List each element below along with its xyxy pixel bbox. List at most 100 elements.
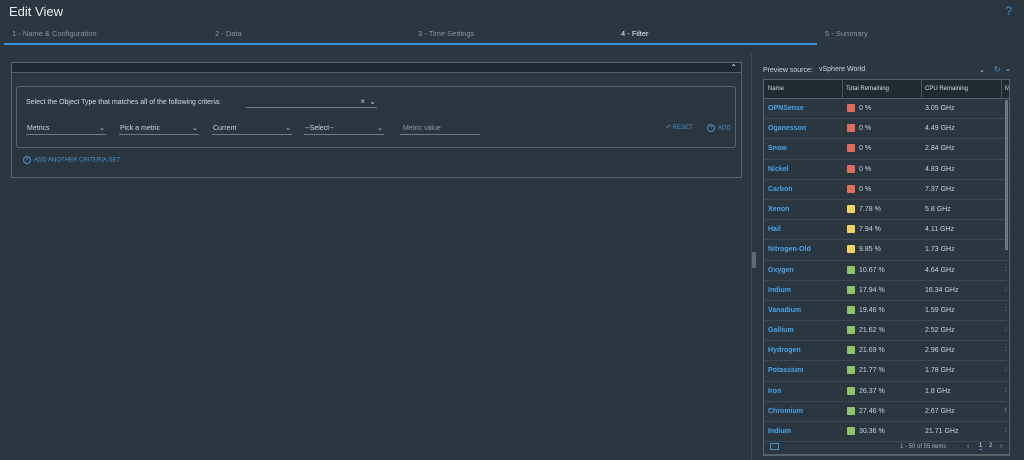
page-1-button[interactable]: 1 (979, 443, 983, 450)
cpu-remaining-cell: 1.73 GHz (925, 246, 955, 254)
add-button[interactable]: + ADD (707, 124, 731, 132)
time-select[interactable]: Current ⌄ (212, 123, 292, 135)
table-row[interactable]: Chromium 27.46 % 2.67 GHz! (764, 402, 1009, 422)
m-cell: : (1005, 387, 1007, 394)
add-criteria-set-label: ADD ANOTHER CRITERIA SET (34, 157, 121, 164)
total-remaining-cell: 17.94 % (859, 286, 885, 294)
column-header-total-remaining[interactable]: Total Remaining (846, 86, 889, 92)
table-row[interactable]: Nickel0 %4.83 GHz( (764, 160, 1009, 180)
m-cell: : (1005, 266, 1007, 273)
status-swatch (847, 285, 855, 294)
row-name-link[interactable]: Nitrogen-Old (768, 246, 811, 253)
table-row[interactable]: Snow0 %2.84 GHz( (764, 139, 1009, 160)
chevron-right-icon[interactable]: › (1000, 443, 1002, 450)
preview-source-label: Preview source: (763, 67, 813, 74)
table-row[interactable]: Hydrogen 21.69 % 2.96 GHz: (764, 341, 1009, 362)
row-name-link[interactable]: Iron (768, 388, 781, 395)
step-summary[interactable]: 5 - Summary (825, 29, 868, 38)
total-remaining-cell: 30.36 % (859, 428, 885, 435)
table-row[interactable]: OPNSense0 %3.05 GHz( (764, 99, 1009, 120)
pagination-info: 1 - 50 of 55 items (900, 444, 947, 450)
chevron-down-icon[interactable]: ⌄ (1005, 65, 1011, 73)
m-cell: : (1005, 286, 1007, 293)
operator-select[interactable]: --Select-- ⌄ (304, 123, 384, 135)
filter-panel: ⌃ Select the Object Type that matches al… (11, 62, 742, 178)
total-remaining-cell: 21.69 % (859, 347, 885, 355)
table-row[interactable]: Carbon0 %7.37 GHz( (764, 180, 1009, 200)
row-name-link[interactable]: Hydrogen (768, 347, 801, 354)
status-swatch (847, 326, 855, 335)
table-row[interactable]: Oxygen 10.67 % 4.64 GHz: (764, 261, 1009, 281)
row-name-link[interactable]: Vanadium (768, 307, 801, 314)
row-name-link[interactable]: Indium (768, 428, 791, 435)
refresh-icon[interactable]: ↻ (994, 65, 1001, 74)
row-name-link[interactable]: Xenon (768, 206, 789, 213)
table-row[interactable]: Potassium 21.77 % 1.78 GHz: (764, 361, 1009, 382)
table-row[interactable]: Xenon7.78 %5.8 GHz( (764, 200, 1009, 221)
preview-source-value: vSphere World (819, 66, 866, 73)
column-toggle-icon[interactable] (770, 443, 779, 450)
status-swatch (847, 164, 855, 173)
table-row[interactable]: Oganesson0 %4.49 GHz( (764, 119, 1009, 140)
type-select[interactable]: Metrics ⌄ (26, 123, 106, 135)
add-label: ADD (718, 125, 731, 132)
row-name-link[interactable]: Gallium (768, 327, 794, 334)
row-name-link[interactable]: Snow (768, 145, 787, 152)
clear-icon[interactable]: × (360, 97, 365, 106)
column-header-name[interactable]: Name (768, 86, 784, 92)
step-filter[interactable]: 4 - Filter (621, 29, 649, 38)
row-name-link[interactable]: Chromium (768, 408, 803, 415)
cpu-remaining-cell: 1.78 GHz (925, 367, 955, 375)
criteria-set: Select the Object Type that matches all … (16, 86, 736, 148)
table-row[interactable]: Gallium 21.62 % 2.52 GHz: (764, 321, 1009, 342)
cpu-remaining-cell: 2.84 GHz (925, 145, 955, 153)
cpu-remaining-cell: 4.11 GHz (925, 226, 955, 234)
total-remaining-cell: 7.78 % (859, 205, 881, 213)
row-name-link[interactable]: Hail (768, 226, 781, 233)
step-data[interactable]: 2 - Data (215, 29, 242, 38)
operator-select-value: --Select-- (305, 125, 334, 132)
status-swatch (847, 144, 855, 153)
vertical-scrollbar[interactable] (1005, 100, 1008, 250)
total-remaining-cell: 0 % (859, 145, 872, 153)
row-name-link[interactable]: Potassium (768, 367, 803, 374)
table-row[interactable]: Hail7.94 %4.11 GHz( (764, 220, 1009, 241)
row-name-link[interactable]: OPNSense (768, 105, 804, 112)
step-time-settings[interactable]: 3 - Time Settings (418, 29, 474, 38)
column-header-m[interactable]: M (1005, 86, 1009, 92)
row-name-link[interactable]: Oganesson (768, 125, 806, 132)
row-name-link[interactable]: Nickel (768, 166, 789, 173)
preview-source-select[interactable]: vSphere World ⌄ (819, 66, 989, 76)
metric-value-input[interactable]: Metric value (400, 123, 480, 135)
row-name-link[interactable]: Indium (768, 287, 791, 294)
cpu-remaining-cell: 7.37 GHz (925, 185, 955, 193)
total-remaining-cell: 21.77 % (859, 367, 885, 375)
table-row[interactable]: Indium 17.94 % 16.34 GHz: (764, 281, 1009, 301)
table-row[interactable]: Iron 26.37 % 1.8 GHz: (764, 382, 1009, 402)
chevron-down-icon: ⌄ (369, 97, 376, 106)
metric-select[interactable]: Pick a metric ⌄ (119, 123, 199, 135)
table-row[interactable]: Nitrogen-Old9.85 %1.73 GHz1 (764, 240, 1009, 261)
help-icon[interactable]: ? (1005, 4, 1012, 18)
add-criteria-set-button[interactable]: + ADD ANOTHER CRITERIA SET (23, 156, 120, 164)
chevron-left-icon[interactable]: ‹ (967, 443, 969, 450)
page-2-button[interactable]: 2 (989, 443, 992, 449)
total-remaining-cell: 0 % (859, 125, 872, 133)
grid-footer: 1 - 50 of 55 items ‹ 1 2 › (763, 439, 1010, 456)
splitter-handle[interactable] (752, 252, 756, 268)
reset-label: RESET (672, 125, 693, 131)
status-swatch (847, 104, 855, 112)
step-name-configuration[interactable]: 1 - Name & Configuration (12, 29, 97, 38)
row-name-link[interactable]: Carbon (768, 186, 793, 193)
collapse-icon[interactable]: ⌃ (730, 63, 737, 72)
chevron-down-icon: ⌄ (979, 67, 985, 74)
reset-button[interactable]: ↶ RESET (666, 124, 693, 131)
table-row[interactable]: Vanadium 19.46 % 1.59 GHz: (764, 301, 1009, 322)
page-title: Edit View (9, 4, 63, 19)
plus-icon: + (707, 124, 715, 132)
cpu-remaining-cell: 21.71 GHz (925, 428, 959, 435)
column-header-cpu-remaining[interactable]: CPU Remaining (925, 86, 968, 92)
object-type-select[interactable]: × ⌄ (246, 96, 377, 108)
row-name-link[interactable]: Oxygen (768, 267, 794, 274)
metric-select-value: Pick a metric (120, 125, 161, 132)
